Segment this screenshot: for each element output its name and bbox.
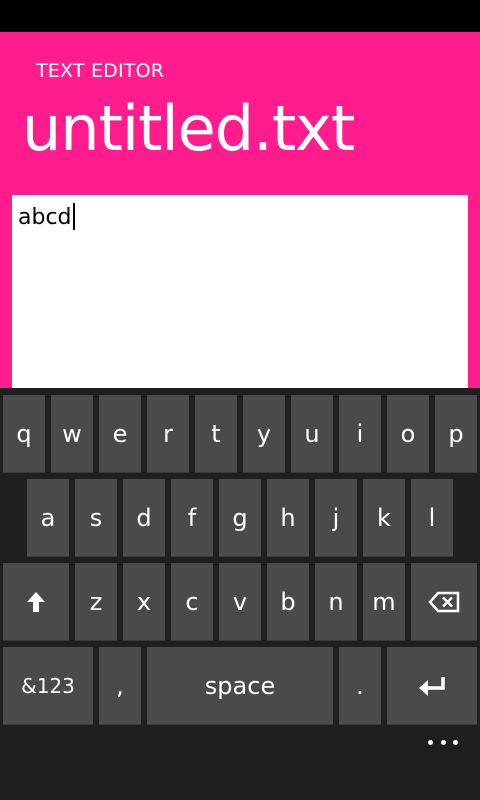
key-k[interactable]: k [363, 479, 405, 557]
backspace-key[interactable] [411, 563, 477, 641]
key-r[interactable]: r [147, 395, 189, 473]
key-c[interactable]: c [171, 563, 213, 641]
text-editor-area[interactable]: abcd [12, 195, 468, 389]
key-w[interactable]: w [51, 395, 93, 473]
key-g[interactable]: g [219, 479, 261, 557]
app-title: TEXT EDITOR [36, 60, 165, 82]
key-f[interactable]: f [171, 479, 213, 557]
document-title: untitled.txt [22, 92, 355, 165]
key-q[interactable]: q [3, 395, 45, 473]
comma-key[interactable]: , [99, 647, 141, 725]
key-l[interactable]: l [411, 479, 453, 557]
editor-text: abcd [18, 205, 72, 230]
dot [453, 739, 458, 745]
key-y[interactable]: y [243, 395, 285, 473]
key-u[interactable]: u [291, 395, 333, 473]
key-p[interactable]: p [435, 395, 477, 473]
text-caret [72, 203, 75, 230]
on-screen-keyboard: q w e r t y u i o p a s d f g h j k l z … [0, 388, 480, 800]
key-d[interactable]: d [123, 479, 165, 557]
space-key[interactable]: space [147, 647, 333, 725]
key-i[interactable]: i [339, 395, 381, 473]
enter-key[interactable] [387, 647, 477, 725]
key-b[interactable]: b [267, 563, 309, 641]
ellipsis-icon[interactable] [428, 738, 458, 746]
dot [440, 739, 446, 745]
key-x[interactable]: x [123, 563, 165, 641]
status-bar [0, 0, 480, 32]
symbols-key[interactable]: &123 [3, 647, 93, 725]
backspace-icon [428, 591, 460, 613]
key-z[interactable]: z [75, 563, 117, 641]
key-s[interactable]: s [75, 479, 117, 557]
enter-icon [418, 675, 446, 697]
key-m[interactable]: m [363, 563, 405, 641]
dot [428, 739, 433, 745]
key-v[interactable]: v [219, 563, 261, 641]
key-e[interactable]: e [99, 395, 141, 473]
period-key[interactable]: . [339, 647, 381, 725]
shift-key[interactable] [3, 563, 69, 641]
shift-arrow-icon [26, 591, 46, 613]
key-j[interactable]: j [315, 479, 357, 557]
key-n[interactable]: n [315, 563, 357, 641]
key-a[interactable]: a [27, 479, 69, 557]
key-t[interactable]: t [195, 395, 237, 473]
key-h[interactable]: h [267, 479, 309, 557]
key-o[interactable]: o [387, 395, 429, 473]
